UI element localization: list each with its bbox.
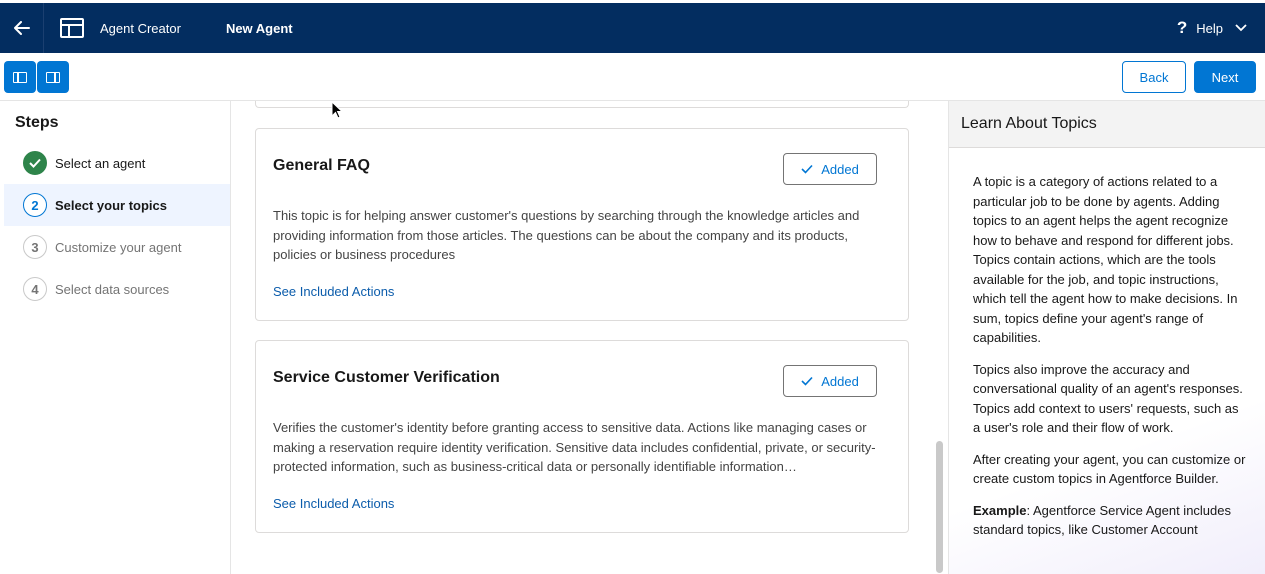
arrow-left-icon xyxy=(13,21,30,35)
added-toggle-button[interactable]: Added xyxy=(783,153,877,185)
step-label: Customize your agent xyxy=(55,239,182,255)
topic-description: This topic is for helping answer custome… xyxy=(273,208,860,262)
check-icon xyxy=(801,376,813,386)
toggle-right-panel-button[interactable] xyxy=(37,61,69,93)
step-label: Select an agent xyxy=(55,155,146,171)
topics-list: General FAQ Added This topic is for help… xyxy=(231,101,948,574)
step-number: 3 xyxy=(23,235,47,259)
help-paragraph: A topic is a category of actions related… xyxy=(973,174,1238,345)
see-included-actions-link[interactable]: See Included Actions xyxy=(273,496,394,511)
help-paragraph: After creating your agent, you can custo… xyxy=(973,451,1246,487)
step-select-data-sources[interactable]: 4 Select data sources xyxy=(4,268,230,310)
app-layout-icon xyxy=(60,18,84,38)
step-complete-icon xyxy=(23,151,47,175)
global-header: Agent Creator New Agent ? Help xyxy=(0,3,1265,53)
help-panel: Learn About Topics A topic is a category… xyxy=(948,101,1265,574)
app-name: Agent Creator xyxy=(100,20,181,36)
step-customize-agent[interactable]: 3 Customize your agent xyxy=(4,226,230,268)
chevron-down-icon xyxy=(1235,24,1247,32)
steps-title: Steps xyxy=(15,114,59,131)
question-icon: ? xyxy=(1176,18,1188,37)
toggle-left-panel-button[interactable] xyxy=(4,61,36,93)
next-button[interactable]: Next xyxy=(1194,61,1256,93)
left-panel-icon xyxy=(13,71,27,83)
steps-sidebar: Steps Select an agent 2 Select your topi… xyxy=(0,101,231,574)
see-included-actions-link[interactable]: See Included Actions xyxy=(273,284,394,299)
help-label: Help xyxy=(1196,20,1223,36)
topic-card: Service Customer Verification Added Veri… xyxy=(255,340,909,533)
help-menu[interactable]: ? Help xyxy=(1177,3,1247,53)
step-number: 2 xyxy=(23,193,47,217)
check-icon xyxy=(801,164,813,174)
back-arrow-button[interactable] xyxy=(0,3,44,53)
added-label: Added xyxy=(821,373,859,389)
scrollbar[interactable] xyxy=(936,441,943,573)
step-label: Select data sources xyxy=(55,281,170,297)
right-panel-icon xyxy=(46,71,60,83)
check-icon xyxy=(29,158,41,168)
step-number: 4 xyxy=(23,277,47,301)
example-label: Example xyxy=(973,502,1027,518)
page-title: New Agent xyxy=(225,20,293,36)
topic-description: Verifies the customer's identity before … xyxy=(273,420,876,474)
help-example: Example: Agentforce Service Agent includ… xyxy=(973,501,1248,540)
back-button[interactable]: Back xyxy=(1122,61,1186,93)
step-label: Select your topics xyxy=(55,197,167,213)
step-select-agent[interactable]: Select an agent xyxy=(4,142,230,184)
help-panel-body: A topic is a category of actions related… xyxy=(973,172,1248,552)
topic-card: General FAQ Added This topic is for help… xyxy=(255,128,909,321)
help-paragraph: Topics also improve the accuracy and con… xyxy=(973,361,1243,436)
topic-title: Service Customer Verification xyxy=(273,369,500,386)
mouse-pointer-icon xyxy=(331,101,343,119)
toolbar: Back Next xyxy=(0,53,1265,101)
step-select-topics[interactable]: 2 Select your topics xyxy=(4,184,230,226)
help-panel-title: Learn About Topics xyxy=(949,101,1265,148)
added-label: Added xyxy=(821,161,859,177)
added-toggle-button[interactable]: Added xyxy=(783,365,877,397)
topic-card-partial xyxy=(255,101,909,108)
topic-title: General FAQ xyxy=(273,157,370,174)
